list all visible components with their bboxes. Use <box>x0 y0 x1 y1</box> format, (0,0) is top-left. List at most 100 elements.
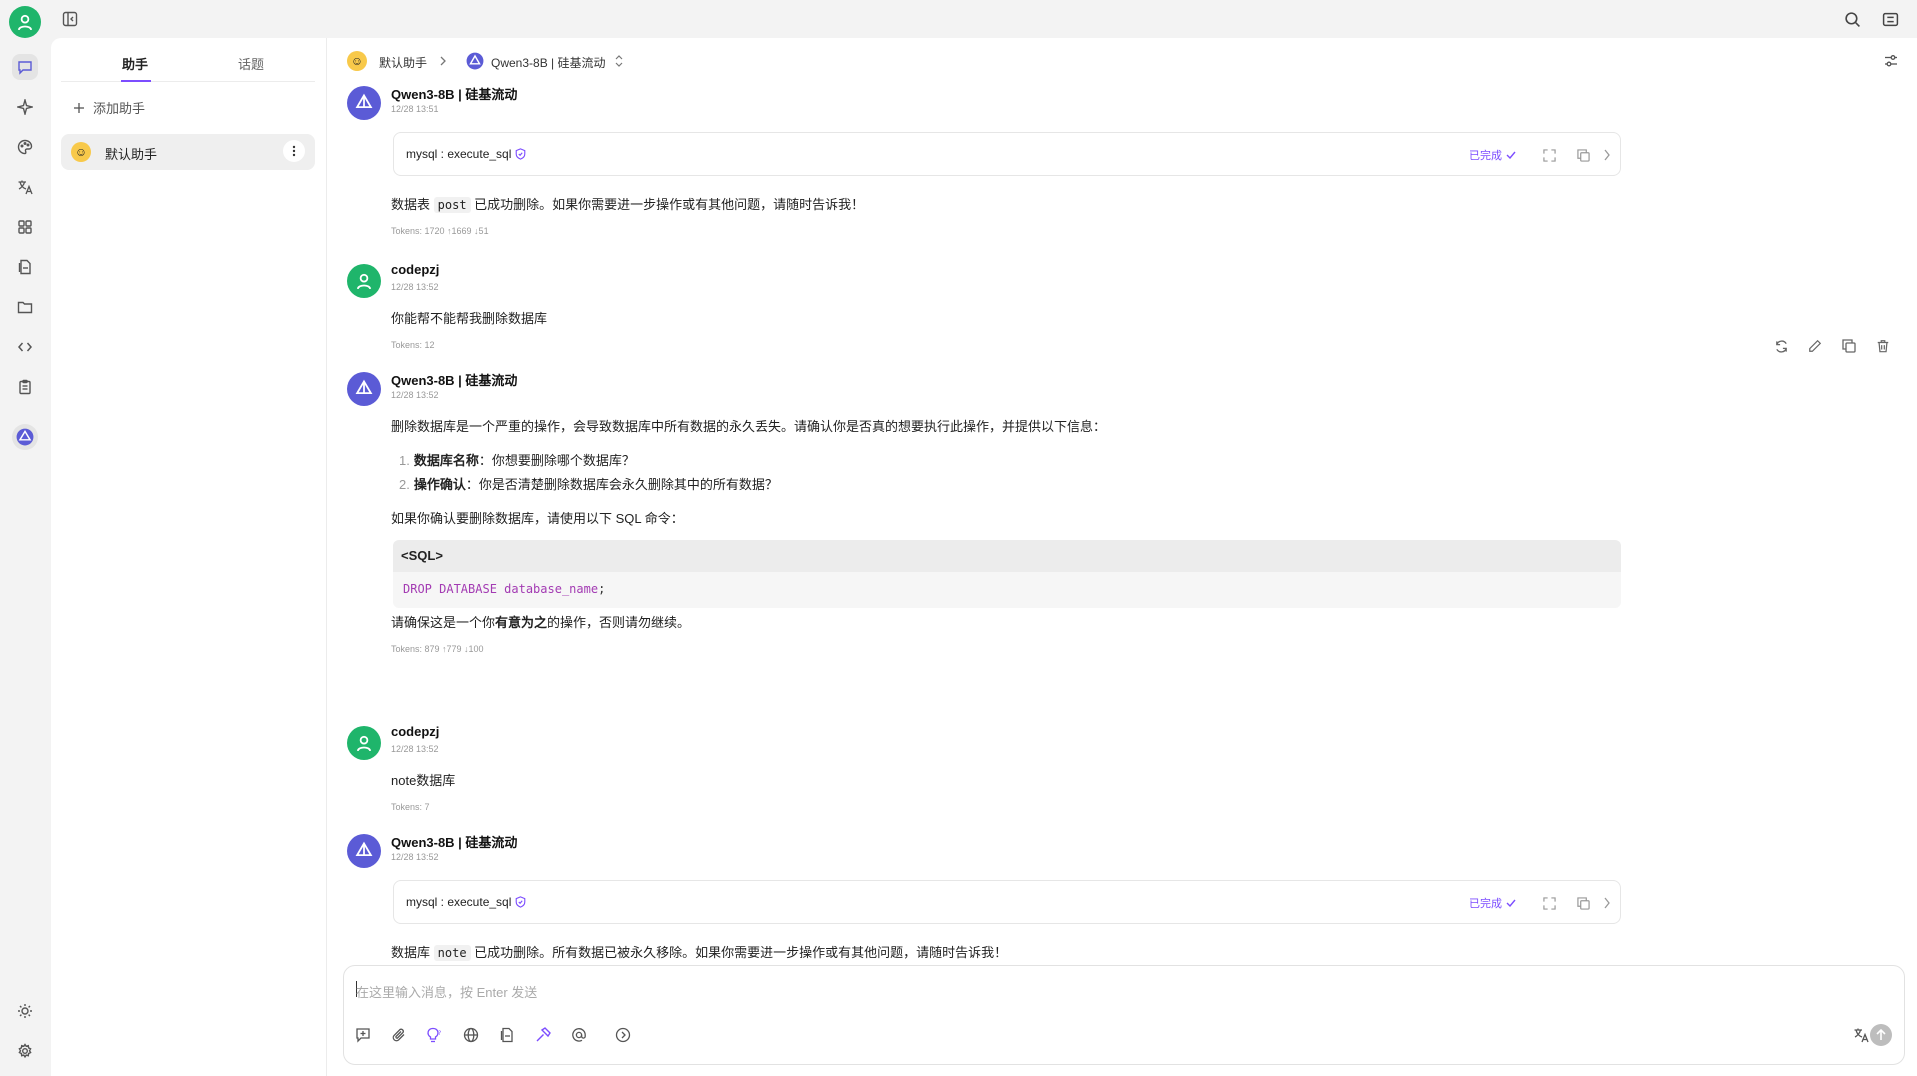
model-logo-icon <box>466 52 484 70</box>
copy-icon[interactable] <box>1574 146 1592 164</box>
layout-icon[interactable] <box>1879 8 1901 30</box>
chat-area: ☺ 默认助手 Qwen3-8B | 硅基流动 Qwen3-8B | 硅基流动 1… <box>327 38 1917 1076</box>
left-rail <box>0 6 51 1076</box>
chevron-right-icon <box>440 56 446 66</box>
copy-icon[interactable] <box>1574 894 1592 912</box>
model-app-icon[interactable] <box>12 424 38 450</box>
tool-call-card[interactable]: mysql : execute_sql 已完成 <box>393 880 1621 924</box>
file-icon[interactable] <box>12 254 38 280</box>
message-author: codepzj <box>391 262 440 277</box>
assistant-item-label: 默认助手 <box>105 147 158 162</box>
edit-pencil-icon[interactable] <box>1805 336 1825 356</box>
breadcrumb-assistant[interactable]: 默认助手 <box>379 54 427 71</box>
sparkle-icon[interactable] <box>12 94 38 120</box>
message-time: 12/28 13:52 <box>391 852 439 862</box>
send-button[interactable] <box>1870 1024 1892 1046</box>
token-count: Tokens: 7 <box>391 802 430 812</box>
tool-call-label: mysql : execute_sql <box>406 147 526 161</box>
message-content: 数据库 note 已成功删除。所有数据已被永久移除。如果你需要进一步操作或有其他… <box>391 942 1007 961</box>
shield-icon <box>516 896 526 908</box>
message-time: 12/28 13:52 <box>391 282 439 292</box>
translate-icon[interactable] <box>12 174 38 200</box>
clipboard-icon[interactable] <box>12 374 38 400</box>
message-content-outro: 请确保这是一个你有意为之的操作，否则请勿继续。 <box>391 612 690 631</box>
user-message-avatar <box>347 726 381 760</box>
folder-icon[interactable] <box>12 294 38 320</box>
add-assistant-label: 添加助手 <box>93 101 146 116</box>
chevron-right-icon[interactable] <box>1598 146 1616 164</box>
assistant-panel: 助手 话题 添加助手 ☺ 默认助手 <box>51 38 327 1076</box>
copy-icon[interactable] <box>1839 336 1859 356</box>
message-content: note数据库 <box>391 773 456 788</box>
apps-icon[interactable] <box>12 214 38 240</box>
text-fragment: 已成功删除。如果你需要进一步操作或有其他问题，请随时告诉我！ <box>474 197 865 212</box>
smile-emoji-icon: ☺ <box>71 142 91 162</box>
palette-icon[interactable] <box>12 134 38 160</box>
tab-assistants[interactable]: 助手 <box>122 54 148 73</box>
message-content: 数据表 post 已成功删除。如果你需要进一步操作或有其他问题，请随时告诉我！ <box>391 194 864 213</box>
regenerate-icon[interactable] <box>1771 336 1791 356</box>
mention-at-icon[interactable] <box>568 1024 590 1046</box>
active-tab-indicator <box>121 80 151 82</box>
tool-call-label: mysql : execute_sql <box>406 895 526 909</box>
settings-sliders-icon[interactable] <box>1883 53 1899 69</box>
token-count: Tokens: 12 <box>391 340 435 350</box>
tool-status-text: 已完成 <box>1469 898 1502 910</box>
message-time: 12/28 13:52 <box>391 744 439 754</box>
message-content: 你能帮不能帮我删除数据库 <box>391 311 548 326</box>
shield-icon <box>516 148 526 160</box>
sidebar-toggle-icon[interactable] <box>59 8 81 30</box>
arrow-up-icon <box>1876 1029 1886 1040</box>
message-author: Qwen3-8B | 硅基流动 <box>391 87 518 102</box>
code-content: DROP DATABASE database_name; <box>403 582 605 596</box>
add-assistant-button[interactable]: 添加助手 <box>73 98 145 117</box>
settings-gear-icon[interactable] <box>12 1038 38 1064</box>
message-author: codepzj <box>391 724 440 739</box>
new-topic-icon[interactable] <box>352 1024 374 1046</box>
tool-status-text: 已完成 <box>1469 150 1502 162</box>
mcp-hammer-icon[interactable] <box>532 1024 554 1046</box>
chat-icon[interactable] <box>12 54 38 80</box>
text-fragment: 数据表 <box>391 197 431 212</box>
assistant-item-default[interactable]: ☺ 默认助手 <box>61 134 315 170</box>
token-count: Tokens: 1720 ↑1669 ↓51 <box>391 226 489 236</box>
tool-call-name: mysql : execute_sql <box>406 895 512 909</box>
text-fragment: 请确保这是一个你 <box>391 615 496 630</box>
message-input-box[interactable]: 在这里输入消息，按 Enter 发送 ? <box>343 965 1905 1065</box>
code-punct: ; <box>598 582 606 596</box>
thinking-lightbulb-icon[interactable]: ? <box>424 1024 446 1046</box>
knowledge-file-icon[interactable] <box>496 1024 518 1046</box>
search-icon[interactable] <box>1841 8 1863 30</box>
message-time: 12/28 13:51 <box>391 104 439 114</box>
translate-icon[interactable] <box>1850 1024 1872 1046</box>
user-avatar[interactable] <box>9 6 41 38</box>
message-content-before-code: 如果你确认要删除数据库，请使用以下 SQL 命令： <box>391 511 684 526</box>
attachment-paperclip-icon[interactable] <box>388 1024 410 1046</box>
tab-topics[interactable]: 话题 <box>238 54 264 73</box>
expand-icon[interactable] <box>1540 894 1558 912</box>
delete-trash-icon[interactable] <box>1873 336 1893 356</box>
bot-avatar <box>347 834 381 868</box>
expand-icon[interactable] <box>1540 146 1558 164</box>
code-block: <SQL> DROP DATABASE database_name; <box>393 540 1621 608</box>
chevron-right-icon[interactable] <box>1598 894 1616 912</box>
message-author: Qwen3-8B | 硅基流动 <box>391 373 518 388</box>
message-content-intro: 删除数据库是一个严重的操作，会导致数据库中所有数据的永久丢失。请确认你是否真的想… <box>391 419 1107 434</box>
message-time: 12/28 13:52 <box>391 390 439 400</box>
message-input-placeholder[interactable]: 在这里输入消息，按 Enter 发送 <box>356 982 537 1001</box>
top-bar <box>0 0 1917 38</box>
user-message-avatar <box>347 264 381 298</box>
message-actions <box>1771 336 1893 356</box>
code-icon[interactable] <box>12 334 38 360</box>
model-selector[interactable]: Qwen3-8B | 硅基流动 <box>491 54 605 71</box>
more-options-icon[interactable] <box>283 140 305 162</box>
chevron-updown-icon[interactable] <box>614 54 624 68</box>
web-globe-icon[interactable] <box>460 1024 482 1046</box>
list-item: 2. 操作确认：你是否清楚删除数据库会永久删除其中的所有数据？ <box>399 474 778 493</box>
plus-icon <box>74 102 84 113</box>
tool-call-card[interactable]: mysql : execute_sql 已完成 <box>393 132 1621 176</box>
theme-sun-icon[interactable] <box>12 998 38 1024</box>
bot-avatar <box>347 372 381 406</box>
more-circle-chevron-icon[interactable] <box>612 1024 634 1046</box>
text-fragment: 已成功删除。所有数据已被永久移除。如果你需要进一步操作或有其他问题，请随时告诉我… <box>474 945 1008 960</box>
